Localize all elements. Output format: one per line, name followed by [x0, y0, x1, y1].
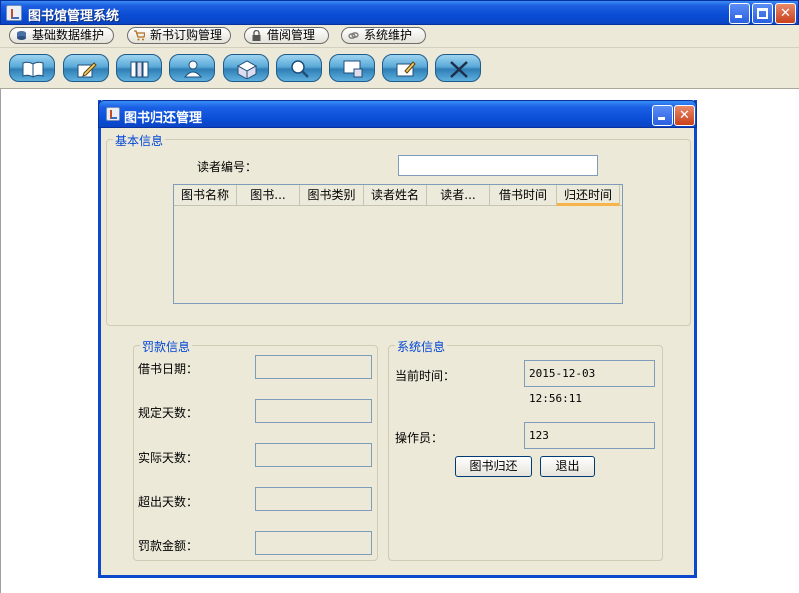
limit-days-field — [255, 399, 372, 423]
borrow-date-label: 借书日期： — [138, 362, 199, 376]
menu-label: 借阅管理 — [267, 28, 316, 42]
toolbar-tools-button[interactable] — [435, 54, 481, 82]
over-days-field — [255, 487, 372, 511]
operator-label: 操作员： — [395, 431, 444, 445]
column-header[interactable]: 借书时间 — [490, 185, 557, 206]
reader-icon — [183, 60, 203, 78]
menu-bar: 基础数据维护 新书订购管理 借阅管理 系统维护 — [0, 25, 799, 47]
toolbar-box-button[interactable] — [223, 54, 269, 82]
reader-id-input[interactable] — [398, 155, 598, 176]
tools-icon — [450, 61, 468, 78]
main-window-title: 图书馆管理系统 — [28, 9, 120, 24]
dialog-title: 图书归还管理 — [124, 111, 203, 126]
column-header-selected[interactable]: 归还时间 — [557, 185, 620, 206]
fine-amount-field — [255, 531, 372, 555]
menu-system-maintain[interactable]: 系统维护 — [341, 27, 426, 44]
column-header[interactable]: 读者... — [427, 185, 490, 206]
cart-icon — [134, 30, 145, 41]
close-icon: ✕ — [679, 108, 690, 123]
current-time-label: 当前时间： — [395, 369, 456, 383]
dialog-title-bar[interactable]: 图书归还管理 ✕ — [98, 100, 697, 128]
menu-borrow-manage[interactable]: 借阅管理 — [244, 27, 329, 44]
column-header[interactable]: 图书... — [237, 185, 300, 206]
close-button[interactable]: ✕ — [775, 3, 796, 24]
lock-icon — [252, 30, 261, 41]
column-header[interactable]: 图书名称 — [174, 185, 237, 206]
fine-info-legend: 罚款信息 — [140, 338, 193, 355]
borrow-records-table[interactable]: 图书名称 图书... 图书类别 读者姓名 读者... 借书时间 归还时间 — [173, 184, 623, 304]
current-time-field: 2015-12-03 12:56:11 — [524, 360, 655, 405]
menu-label: 新书订购管理 — [150, 28, 223, 42]
menu-label: 基础数据维护 — [32, 28, 105, 42]
toolbar-card-button[interactable] — [382, 54, 428, 82]
table-header: 图书名称 图书... 图书类别 读者姓名 读者... 借书时间 归还时间 — [174, 185, 622, 206]
actual-days-label: 实际天数： — [138, 451, 199, 465]
return-book-button[interactable]: 图书归还 — [455, 456, 532, 477]
toolbar — [0, 47, 799, 89]
close-icon: ✕ — [780, 6, 791, 21]
toolbar-edit-button[interactable] — [63, 54, 109, 82]
search-icon — [291, 60, 309, 78]
toolbar-book-button[interactable] — [9, 54, 55, 82]
books-icon — [130, 61, 149, 78]
screen-icon — [343, 60, 363, 78]
menu-label: 系统维护 — [364, 28, 413, 42]
menu-new-book-order[interactable]: 新书订购管理 — [127, 27, 231, 44]
main-title-bar[interactable]: 图书馆管理系统 ✕ — [0, 0, 799, 25]
toolbar-books-button[interactable] — [116, 54, 162, 82]
reader-id-label: 读者编号： — [197, 160, 258, 174]
java-app-icon — [6, 5, 22, 21]
actual-days-field — [255, 443, 372, 467]
dialog-close-button[interactable]: ✕ — [674, 105, 695, 126]
toolbar-screen-button[interactable] — [329, 54, 375, 82]
limit-days-label: 规定天数： — [138, 406, 199, 420]
link-icon — [348, 32, 359, 39]
dialog-minimize-button[interactable] — [652, 105, 673, 126]
column-header[interactable]: 图书类别 — [300, 185, 364, 206]
minimize-button[interactable] — [729, 3, 750, 24]
minimize-icon — [735, 15, 742, 18]
card-icon — [396, 61, 416, 77]
toolbar-reader-button[interactable] — [169, 54, 215, 82]
java-app-icon — [106, 107, 120, 121]
exit-button[interactable]: 退出 — [540, 456, 595, 477]
column-header[interactable]: 读者姓名 — [364, 185, 427, 206]
basic-info-legend: 基本信息 — [113, 132, 166, 149]
maximize-icon — [757, 8, 768, 19]
box-icon — [236, 60, 258, 79]
system-info-legend: 系统信息 — [395, 338, 448, 355]
operator-field: 123 — [524, 422, 655, 449]
menu-basic-data[interactable]: 基础数据维护 — [9, 27, 114, 44]
toolbar-search-button[interactable] — [276, 54, 322, 82]
maximize-button[interactable] — [752, 3, 773, 24]
over-days-label: 超出天数： — [138, 495, 199, 509]
fine-amount-label: 罚款金额： — [138, 539, 199, 553]
edit-icon — [77, 62, 97, 78]
borrow-date-field — [255, 355, 372, 379]
minimize-icon — [658, 117, 665, 120]
book-icon — [22, 61, 44, 78]
database-icon — [17, 31, 26, 40]
